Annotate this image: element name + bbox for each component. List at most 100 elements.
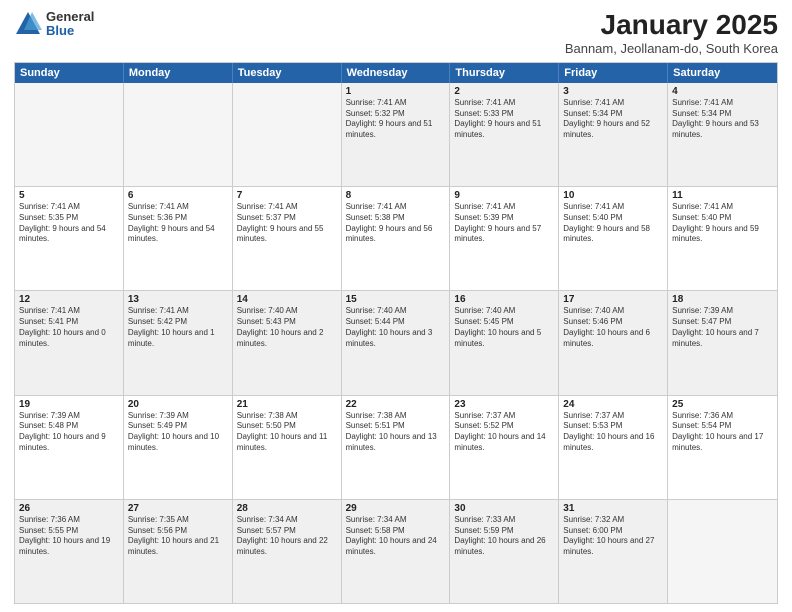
cell-content: Sunrise: 7:37 AMSunset: 5:53 PMDaylight:… — [563, 411, 663, 454]
day-number: 20 — [128, 399, 228, 410]
day-cell-11: 11Sunrise: 7:41 AMSunset: 5:40 PMDayligh… — [668, 187, 777, 290]
page: General Blue January 2025 Bannam, Jeolla… — [0, 0, 792, 612]
day-cell-10: 10Sunrise: 7:41 AMSunset: 5:40 PMDayligh… — [559, 187, 668, 290]
cell-content: Sunrise: 7:32 AMSunset: 6:00 PMDaylight:… — [563, 515, 663, 558]
day-number: 30 — [454, 503, 554, 514]
day-number: 19 — [19, 399, 119, 410]
month-title: January 2025 — [565, 10, 778, 41]
cell-content: Sunrise: 7:39 AMSunset: 5:47 PMDaylight:… — [672, 306, 773, 349]
day-number: 15 — [346, 294, 446, 305]
day-number: 3 — [563, 86, 663, 97]
cell-content: Sunrise: 7:41 AMSunset: 5:39 PMDaylight:… — [454, 202, 554, 245]
cell-content: Sunrise: 7:41 AMSunset: 5:41 PMDaylight:… — [19, 306, 119, 349]
day-cell-17: 17Sunrise: 7:40 AMSunset: 5:46 PMDayligh… — [559, 291, 668, 394]
day-number: 23 — [454, 399, 554, 410]
day-number: 9 — [454, 190, 554, 201]
cell-content: Sunrise: 7:34 AMSunset: 5:58 PMDaylight:… — [346, 515, 446, 558]
day-number: 5 — [19, 190, 119, 201]
day-cell-30: 30Sunrise: 7:33 AMSunset: 5:59 PMDayligh… — [450, 500, 559, 603]
logo-general-text: General — [46, 10, 94, 24]
cell-content: Sunrise: 7:39 AMSunset: 5:49 PMDaylight:… — [128, 411, 228, 454]
day-number: 14 — [237, 294, 337, 305]
day-cell-15: 15Sunrise: 7:40 AMSunset: 5:44 PMDayligh… — [342, 291, 451, 394]
cell-content: Sunrise: 7:40 AMSunset: 5:43 PMDaylight:… — [237, 306, 337, 349]
day-cell-8: 8Sunrise: 7:41 AMSunset: 5:38 PMDaylight… — [342, 187, 451, 290]
cell-content: Sunrise: 7:40 AMSunset: 5:46 PMDaylight:… — [563, 306, 663, 349]
cell-content: Sunrise: 7:41 AMSunset: 5:33 PMDaylight:… — [454, 98, 554, 141]
day-cell-18: 18Sunrise: 7:39 AMSunset: 5:47 PMDayligh… — [668, 291, 777, 394]
day-number: 10 — [563, 190, 663, 201]
day-cell-28: 28Sunrise: 7:34 AMSunset: 5:57 PMDayligh… — [233, 500, 342, 603]
cell-content: Sunrise: 7:41 AMSunset: 5:34 PMDaylight:… — [563, 98, 663, 141]
day-number: 16 — [454, 294, 554, 305]
day-cell-16: 16Sunrise: 7:40 AMSunset: 5:45 PMDayligh… — [450, 291, 559, 394]
header: General Blue January 2025 Bannam, Jeolla… — [14, 10, 778, 56]
logo-icon — [14, 10, 42, 38]
weekday-header-wednesday: Wednesday — [342, 63, 451, 83]
day-cell-23: 23Sunrise: 7:37 AMSunset: 5:52 PMDayligh… — [450, 396, 559, 499]
day-number: 22 — [346, 399, 446, 410]
cell-content: Sunrise: 7:35 AMSunset: 5:56 PMDaylight:… — [128, 515, 228, 558]
day-number: 26 — [19, 503, 119, 514]
day-cell-12: 12Sunrise: 7:41 AMSunset: 5:41 PMDayligh… — [15, 291, 124, 394]
cell-content: Sunrise: 7:41 AMSunset: 5:42 PMDaylight:… — [128, 306, 228, 349]
day-cell-26: 26Sunrise: 7:36 AMSunset: 5:55 PMDayligh… — [15, 500, 124, 603]
calendar-row-0: 1Sunrise: 7:41 AMSunset: 5:32 PMDaylight… — [15, 83, 777, 186]
empty-cell-0-0 — [15, 83, 124, 186]
cell-content: Sunrise: 7:34 AMSunset: 5:57 PMDaylight:… — [237, 515, 337, 558]
cell-content: Sunrise: 7:33 AMSunset: 5:59 PMDaylight:… — [454, 515, 554, 558]
day-number: 28 — [237, 503, 337, 514]
cell-content: Sunrise: 7:37 AMSunset: 5:52 PMDaylight:… — [454, 411, 554, 454]
day-cell-2: 2Sunrise: 7:41 AMSunset: 5:33 PMDaylight… — [450, 83, 559, 186]
cell-content: Sunrise: 7:38 AMSunset: 5:50 PMDaylight:… — [237, 411, 337, 454]
day-cell-21: 21Sunrise: 7:38 AMSunset: 5:50 PMDayligh… — [233, 396, 342, 499]
day-number: 12 — [19, 294, 119, 305]
day-cell-20: 20Sunrise: 7:39 AMSunset: 5:49 PMDayligh… — [124, 396, 233, 499]
calendar-row-3: 19Sunrise: 7:39 AMSunset: 5:48 PMDayligh… — [15, 395, 777, 499]
logo: General Blue — [14, 10, 94, 39]
cell-content: Sunrise: 7:40 AMSunset: 5:44 PMDaylight:… — [346, 306, 446, 349]
day-cell-31: 31Sunrise: 7:32 AMSunset: 6:00 PMDayligh… — [559, 500, 668, 603]
weekday-header-friday: Friday — [559, 63, 668, 83]
weekday-header-sunday: Sunday — [15, 63, 124, 83]
empty-cell-0-2 — [233, 83, 342, 186]
header-right: January 2025 Bannam, Jeollanam-do, South… — [565, 10, 778, 56]
cell-content: Sunrise: 7:36 AMSunset: 5:55 PMDaylight:… — [19, 515, 119, 558]
cell-content: Sunrise: 7:41 AMSunset: 5:32 PMDaylight:… — [346, 98, 446, 141]
day-cell-9: 9Sunrise: 7:41 AMSunset: 5:39 PMDaylight… — [450, 187, 559, 290]
empty-cell-4-6 — [668, 500, 777, 603]
cell-content: Sunrise: 7:41 AMSunset: 5:35 PMDaylight:… — [19, 202, 119, 245]
day-cell-29: 29Sunrise: 7:34 AMSunset: 5:58 PMDayligh… — [342, 500, 451, 603]
logo-blue-text: Blue — [46, 24, 94, 38]
day-cell-14: 14Sunrise: 7:40 AMSunset: 5:43 PMDayligh… — [233, 291, 342, 394]
calendar-body: 1Sunrise: 7:41 AMSunset: 5:32 PMDaylight… — [15, 83, 777, 603]
day-cell-3: 3Sunrise: 7:41 AMSunset: 5:34 PMDaylight… — [559, 83, 668, 186]
day-number: 7 — [237, 190, 337, 201]
day-cell-7: 7Sunrise: 7:41 AMSunset: 5:37 PMDaylight… — [233, 187, 342, 290]
cell-content: Sunrise: 7:41 AMSunset: 5:40 PMDaylight:… — [563, 202, 663, 245]
cell-content: Sunrise: 7:39 AMSunset: 5:48 PMDaylight:… — [19, 411, 119, 454]
weekday-header-saturday: Saturday — [668, 63, 777, 83]
day-number: 17 — [563, 294, 663, 305]
day-number: 24 — [563, 399, 663, 410]
weekday-header-monday: Monday — [124, 63, 233, 83]
calendar-header: SundayMondayTuesdayWednesdayThursdayFrid… — [15, 63, 777, 83]
cell-content: Sunrise: 7:36 AMSunset: 5:54 PMDaylight:… — [672, 411, 773, 454]
day-cell-25: 25Sunrise: 7:36 AMSunset: 5:54 PMDayligh… — [668, 396, 777, 499]
cell-content: Sunrise: 7:41 AMSunset: 5:36 PMDaylight:… — [128, 202, 228, 245]
day-number: 31 — [563, 503, 663, 514]
calendar-row-2: 12Sunrise: 7:41 AMSunset: 5:41 PMDayligh… — [15, 290, 777, 394]
day-number: 8 — [346, 190, 446, 201]
location: Bannam, Jeollanam-do, South Korea — [565, 41, 778, 56]
cell-content: Sunrise: 7:38 AMSunset: 5:51 PMDaylight:… — [346, 411, 446, 454]
day-number: 18 — [672, 294, 773, 305]
day-number: 21 — [237, 399, 337, 410]
weekday-header-thursday: Thursday — [450, 63, 559, 83]
day-number: 4 — [672, 86, 773, 97]
day-cell-6: 6Sunrise: 7:41 AMSunset: 5:36 PMDaylight… — [124, 187, 233, 290]
day-cell-19: 19Sunrise: 7:39 AMSunset: 5:48 PMDayligh… — [15, 396, 124, 499]
day-number: 13 — [128, 294, 228, 305]
day-number: 6 — [128, 190, 228, 201]
calendar-row-4: 26Sunrise: 7:36 AMSunset: 5:55 PMDayligh… — [15, 499, 777, 603]
day-number: 2 — [454, 86, 554, 97]
